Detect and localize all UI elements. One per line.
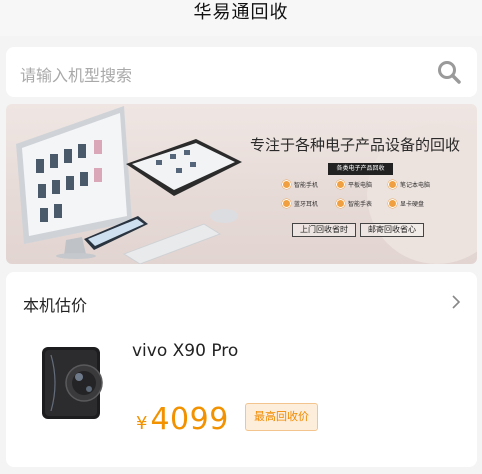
category-earbuds: 蓝牙耳机: [282, 199, 318, 208]
category-dot-icon: [282, 199, 291, 208]
category-dot-icon: [336, 199, 345, 208]
category-dot-icon: [388, 199, 397, 208]
page-title: 华易通回收: [193, 2, 289, 23]
phone-image: [42, 347, 103, 419]
search-input[interactable]: 请输入机型搜索: [20, 62, 132, 86]
banner-subtag: 各类电子产品回收: [328, 163, 393, 175]
chevron-right-icon[interactable]: [451, 294, 461, 310]
category-tablet: 平板电脑: [336, 180, 372, 189]
app-header: 华易通回收: [0, 0, 482, 36]
estimate-card[interactable]: 本机估价 vivo X90 Pro ¥ 4099 最高回收价: [6, 272, 477, 467]
devices-illustration: [16, 106, 242, 264]
category-dot-icon: [336, 180, 345, 189]
price-display: ¥ 4099: [136, 402, 229, 437]
device-model: vivo X90 Pro: [132, 341, 239, 361]
search-bar[interactable]: 请输入机型搜索: [6, 47, 477, 97]
banner-headline: 专注于各种电子产品设备的回收: [250, 136, 461, 154]
price-value: 4099: [150, 402, 229, 437]
category-laptop: 笔记本电脑: [388, 180, 430, 189]
category-smartphone: 智能手机: [282, 180, 318, 189]
category-gpu-disk: 显卡硬盘: [388, 199, 424, 208]
door-pickup-button[interactable]: 上门回收省时: [292, 223, 356, 237]
currency-symbol: ¥: [136, 413, 148, 434]
promo-banner[interactable]: 专注于各种电子产品设备的回收 各类电子产品回收 智能手机 平板电脑 笔记本电脑 …: [6, 104, 477, 264]
category-dot-icon: [282, 180, 291, 189]
mail-in-button[interactable]: 邮寄回收省心: [360, 223, 424, 237]
max-price-badge: 最高回收价: [245, 403, 318, 431]
estimate-title: 本机估价: [23, 296, 88, 315]
category-smartwatch: 智能手表: [336, 199, 372, 208]
search-icon[interactable]: [435, 58, 463, 86]
category-dot-icon: [388, 180, 397, 189]
